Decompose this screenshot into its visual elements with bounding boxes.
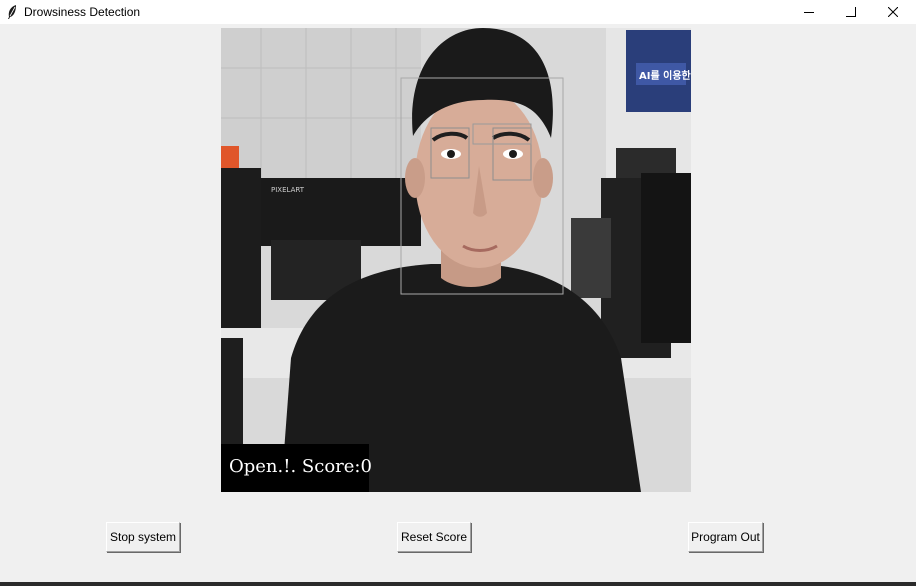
close-icon xyxy=(888,7,898,17)
webcam-feed: AI를 이용한 PIXELART Open.!. Score:0 xyxy=(221,28,691,492)
maximize-icon xyxy=(846,7,856,17)
close-button[interactable] xyxy=(872,0,914,24)
status-score-text: Open.!. Score:0 xyxy=(229,456,372,477)
poster-text: AI를 이용한 xyxy=(639,69,691,82)
taskbar-edge xyxy=(0,582,916,586)
app-window: Drowsiness Detection AI를 이용한 PIXELART Op… xyxy=(0,0,916,586)
monitor-left xyxy=(221,168,261,338)
reset-score-button[interactable]: Reset Score xyxy=(397,522,471,552)
svg-text:PIXELART: PIXELART xyxy=(271,186,305,194)
program-out-button[interactable]: Program Out xyxy=(688,522,763,552)
minimize-icon xyxy=(804,12,814,13)
stop-system-button[interactable]: Stop system xyxy=(106,522,180,552)
webcam-frame: AI를 이용한 PIXELART xyxy=(221,28,691,492)
minimize-button[interactable] xyxy=(788,0,830,24)
maximize-button[interactable] xyxy=(830,0,872,24)
title-bar[interactable]: Drowsiness Detection xyxy=(0,0,916,24)
status-overlay: Open.!. Score:0 xyxy=(221,444,372,492)
window-title: Drowsiness Detection xyxy=(24,5,141,19)
feather-icon xyxy=(8,5,16,19)
